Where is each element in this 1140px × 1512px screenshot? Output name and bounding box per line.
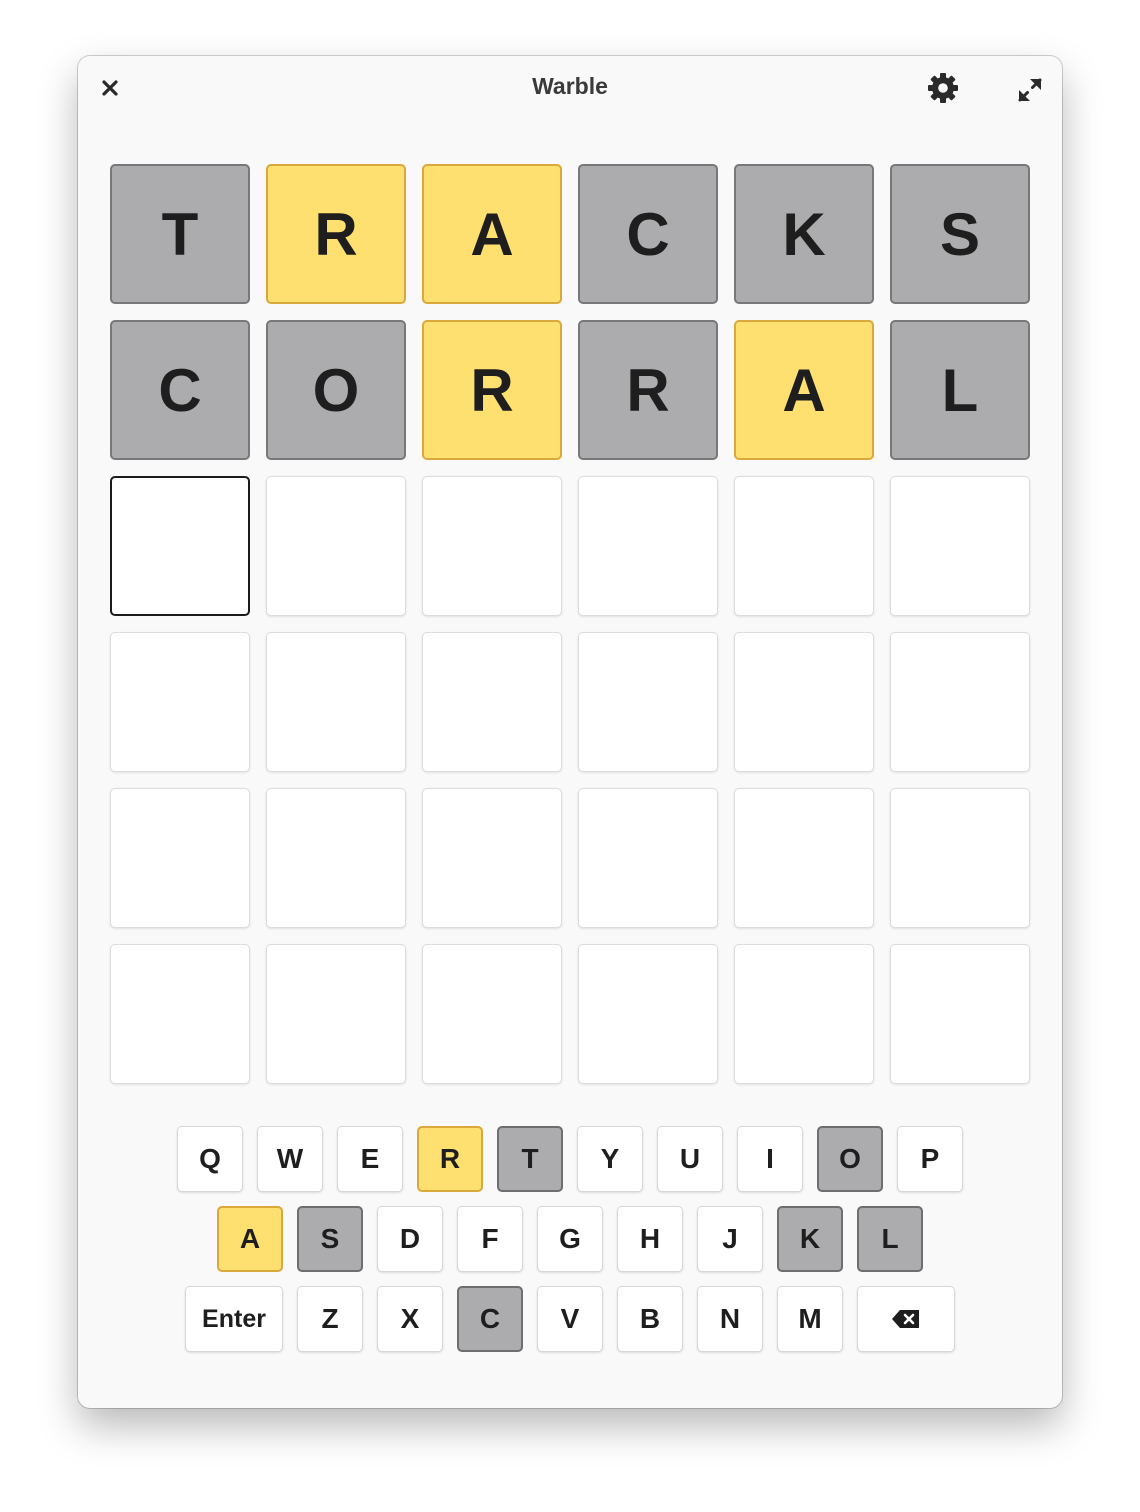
board-tile (110, 476, 250, 616)
board-tile (266, 632, 406, 772)
board-tile (578, 788, 718, 928)
board-tile (578, 944, 718, 1084)
board-tile: R (266, 164, 406, 304)
board-tile (422, 476, 562, 616)
key-w[interactable]: W (257, 1126, 323, 1192)
board-tile: A (422, 164, 562, 304)
keyboard-row: Enter Z X C V B N M (78, 1286, 1062, 1352)
key-s[interactable]: S (297, 1206, 363, 1272)
key-t[interactable]: T (497, 1126, 563, 1192)
board-tile (110, 944, 250, 1084)
key-f[interactable]: F (457, 1206, 523, 1272)
board-tile: T (110, 164, 250, 304)
board-tile (422, 788, 562, 928)
board-tile: R (422, 320, 562, 460)
board-tile: A (734, 320, 874, 460)
enter-key[interactable]: Enter (185, 1286, 283, 1352)
board-tile (890, 632, 1030, 772)
key-a[interactable]: A (217, 1206, 283, 1272)
key-e[interactable]: E (337, 1126, 403, 1192)
key-o[interactable]: O (817, 1126, 883, 1192)
key-h[interactable]: H (617, 1206, 683, 1272)
key-p[interactable]: P (897, 1126, 963, 1192)
title-bar: Warble (78, 56, 1062, 120)
board-tile (890, 788, 1030, 928)
game-board: TRACKSCORRAL (110, 164, 1030, 1084)
expand-icon (1018, 78, 1042, 102)
keyboard-row: ASDFGHJKL (78, 1206, 1062, 1272)
board-tile (890, 476, 1030, 616)
board-tile (578, 476, 718, 616)
key-y[interactable]: Y (577, 1126, 643, 1192)
board-tile (266, 788, 406, 928)
board-tile (266, 944, 406, 1084)
key-c[interactable]: C (457, 1286, 523, 1352)
key-v[interactable]: V (537, 1286, 603, 1352)
key-r[interactable]: R (417, 1126, 483, 1192)
key-l[interactable]: L (857, 1206, 923, 1272)
gear-icon (928, 73, 958, 103)
board-tile: C (110, 320, 250, 460)
board-tile (890, 944, 1030, 1084)
key-b[interactable]: B (617, 1286, 683, 1352)
board-tile: O (266, 320, 406, 460)
key-x[interactable]: X (377, 1286, 443, 1352)
key-q[interactable]: Q (177, 1126, 243, 1192)
board-tile (110, 788, 250, 928)
settings-button[interactable] (924, 69, 962, 107)
key-i[interactable]: I (737, 1126, 803, 1192)
board-tile (110, 632, 250, 772)
backspace-icon (892, 1310, 919, 1328)
board-tile (578, 632, 718, 772)
key-d[interactable]: D (377, 1206, 443, 1272)
game-window: Warble T R A C K S C O R R A L Q W E R T… (78, 56, 1062, 1408)
key-n[interactable]: N (697, 1286, 763, 1352)
board-tile (266, 476, 406, 616)
board-tile: K (734, 164, 874, 304)
board-tile: C (578, 164, 718, 304)
board-tile: L (890, 320, 1030, 460)
board-tile (422, 944, 562, 1084)
key-u[interactable]: U (657, 1126, 723, 1192)
board-tile (734, 476, 874, 616)
fullscreen-button[interactable] (1012, 72, 1048, 108)
key-k[interactable]: K (777, 1206, 843, 1272)
keyboard-row: QWERTYUIOP (78, 1126, 1062, 1192)
board-tile: S (890, 164, 1030, 304)
key-m[interactable]: M (777, 1286, 843, 1352)
board-tile (734, 944, 874, 1084)
board-tile (422, 632, 562, 772)
key-g[interactable]: G (537, 1206, 603, 1272)
board-tile (734, 788, 874, 928)
key-z[interactable]: Z (297, 1286, 363, 1352)
app-title: Warble (532, 73, 608, 99)
backspace-key[interactable] (857, 1286, 955, 1352)
board-tile: R (578, 320, 718, 460)
board-tile (734, 632, 874, 772)
key-j[interactable]: J (697, 1206, 763, 1272)
